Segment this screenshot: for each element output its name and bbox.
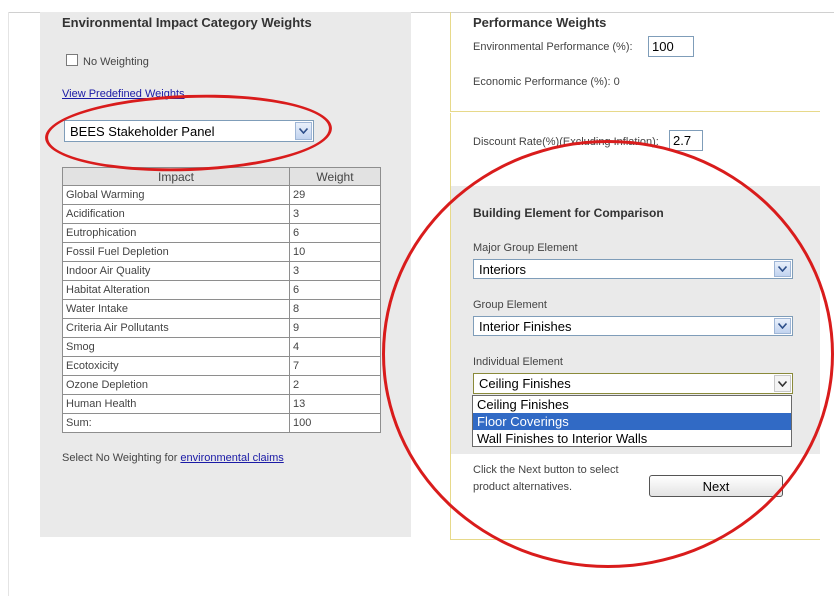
group-element-select[interactable]: Interior Finishes — [473, 316, 793, 336]
impact-cell: Global Warming — [62, 185, 290, 205]
table-row: Human Health 13 — [62, 394, 381, 414]
view-predefined-weights-link[interactable]: View Predefined Weights — [62, 88, 185, 100]
impact-column-header: Impact — [62, 167, 290, 186]
impact-weights-title: Environmental Impact Category Weights — [62, 15, 312, 30]
impact-cell: Criteria Air Pollutants — [62, 318, 290, 338]
environmental-claims-note: Select No Weighting for environmental cl… — [62, 452, 284, 464]
impact-cell: Human Health — [62, 394, 290, 414]
individual-element-value: Ceiling Finishes — [479, 376, 571, 391]
table-row: Eutrophication 6 — [62, 223, 381, 243]
table-row: Fossil Fuel Depletion 10 — [62, 242, 381, 262]
building-element-title: Building Element for Comparison — [473, 206, 664, 220]
table-row: Acidification 3 — [62, 204, 381, 224]
environmental-claims-link[interactable]: environmental claims — [180, 452, 283, 464]
weighting-set-select[interactable]: BEES Stakeholder Panel — [64, 120, 314, 142]
weight-column-header: Weight — [289, 167, 381, 186]
impact-cell: Eutrophication — [62, 223, 290, 243]
impact-cell: Indoor Air Quality — [62, 261, 290, 281]
impact-cell: Smog — [62, 337, 290, 357]
impact-cell: Water Intake — [62, 299, 290, 319]
table-row: Ozone Depletion 2 — [62, 375, 381, 395]
major-group-select[interactable]: Interiors — [473, 259, 793, 279]
table-row: Habitat Alteration 6 — [62, 280, 381, 300]
economic-performance-label: Economic Performance (%): 0 — [473, 76, 620, 88]
major-group-label: Major Group Element — [473, 242, 578, 254]
performance-weights-panel: Performance Weights Environmental Perfor… — [450, 12, 820, 112]
impact-cell: Acidification — [62, 204, 290, 224]
no-weighting-checkbox[interactable] — [66, 54, 78, 66]
table-row-sum: Sum: 100 — [62, 413, 381, 433]
chevron-down-icon[interactable] — [774, 318, 791, 334]
weight-cell: 10 — [289, 242, 381, 262]
impact-cell: Habitat Alteration — [62, 280, 290, 300]
chevron-down-icon[interactable] — [774, 375, 791, 392]
table-row: Indoor Air Quality 3 — [62, 261, 381, 281]
individual-element-dropdown-list: Ceiling Finishes Floor Coverings Wall Fi… — [472, 395, 792, 447]
weight-cell: 6 — [289, 223, 381, 243]
group-element-label: Group Element — [473, 299, 547, 311]
no-weighting-label: No Weighting — [83, 56, 149, 68]
chevron-down-icon[interactable] — [295, 122, 312, 140]
dropdown-option-floor-coverings[interactable]: Floor Coverings — [473, 413, 791, 430]
dropdown-option-ceiling-finishes[interactable]: Ceiling Finishes — [473, 396, 791, 413]
weighting-set-value: BEES Stakeholder Panel — [70, 123, 215, 139]
impact-weights-table: Impact Weight Global Warming 29 Acidifica… — [62, 167, 381, 433]
weight-cell: 6 — [289, 280, 381, 300]
table-row: Smog 4 — [62, 337, 381, 357]
performance-weights-title: Performance Weights — [473, 15, 607, 30]
left-divider — [8, 12, 9, 596]
discount-rate-input[interactable]: 2.7 — [669, 130, 703, 151]
next-instruction-line2: product alternatives. — [473, 481, 573, 493]
table-row: Ecotoxicity 7 — [62, 356, 381, 376]
weight-cell: 29 — [289, 185, 381, 205]
weight-cell: 8 — [289, 299, 381, 319]
table-row: Criteria Air Pollutants 9 — [62, 318, 381, 338]
next-instruction-line1: Click the Next button to select — [473, 464, 619, 476]
discount-rate-panel: Discount Rate(%)(Excluding Inflation): 2… — [450, 113, 820, 186]
impact-weights-panel: Environmental Impact Category Weights No… — [40, 12, 411, 537]
environmental-performance-input[interactable]: 100 — [648, 36, 694, 57]
sum-label-cell: Sum: — [62, 413, 290, 433]
group-element-value: Interior Finishes — [479, 318, 572, 334]
table-row: Global Warming 29 — [62, 185, 381, 205]
impact-cell: Fossil Fuel Depletion — [62, 242, 290, 262]
impact-cell: Ozone Depletion — [62, 375, 290, 395]
table-header-row: Impact Weight — [62, 167, 381, 186]
weight-cell: 9 — [289, 318, 381, 338]
individual-element-label: Individual Element — [473, 356, 563, 368]
next-button[interactable]: Next — [649, 475, 783, 497]
weight-cell: 2 — [289, 375, 381, 395]
table-row: Water Intake 8 — [62, 299, 381, 319]
weight-cell: 4 — [289, 337, 381, 357]
dropdown-option-wall-finishes[interactable]: Wall Finishes to Interior Walls — [473, 430, 791, 447]
discount-rate-label: Discount Rate(%)(Excluding Inflation): — [473, 136, 659, 148]
major-group-value: Interiors — [479, 261, 526, 277]
environmental-claims-text: Select No Weighting for — [62, 452, 181, 464]
sum-value-cell: 100 — [289, 413, 381, 433]
environmental-performance-label: Environmental Performance (%): — [473, 41, 633, 53]
impact-cell: Ecotoxicity — [62, 356, 290, 376]
weight-cell: 3 — [289, 261, 381, 281]
weight-cell: 3 — [289, 204, 381, 224]
next-panel: Click the Next button to select product … — [450, 454, 820, 540]
chevron-down-icon[interactable] — [774, 261, 791, 277]
weight-cell: 13 — [289, 394, 381, 414]
weight-cell: 7 — [289, 356, 381, 376]
individual-element-select[interactable]: Ceiling Finishes — [473, 373, 793, 394]
